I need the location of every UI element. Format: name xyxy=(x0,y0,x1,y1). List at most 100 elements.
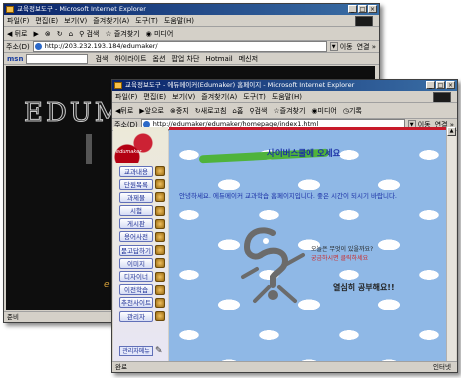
nav-item-label[interactable]: 교과내용 xyxy=(119,165,153,177)
nav-item-label[interactable]: 게시판 xyxy=(119,218,153,230)
media-button[interactable]: ◉ 미디어 xyxy=(146,29,174,39)
close-button[interactable]: × xyxy=(368,5,377,13)
msn-hotmail[interactable]: Hotmail xyxy=(205,55,232,63)
nav-item-label[interactable]: 이미지 xyxy=(119,257,153,269)
nav-item-label[interactable]: 추천사이트 xyxy=(119,297,153,309)
main-banner: 사이버스쿨에 오세요 안녕하세요. 에듀메이커 교과학습 홈페이지입니다. 좋은… xyxy=(169,127,446,361)
menu-view[interactable]: 보기(V) xyxy=(64,16,87,26)
menu-edit[interactable]: 편집(E) xyxy=(35,16,58,26)
speech-bubble: 오늘은 무엇이 있을까요? 궁금하시면 클릭하세요 xyxy=(311,245,373,263)
search-button[interactable]: ⚲ 검색 xyxy=(79,29,99,39)
footer-mark: e xyxy=(104,280,110,290)
decorative-bar xyxy=(86,134,92,164)
msn-popup-block[interactable]: 팝업 차단 xyxy=(171,54,199,64)
back-address-input[interactable]: http://203.232.193.184/edumaker/ xyxy=(32,41,327,52)
zone-indicator: 인터넷 xyxy=(433,363,451,371)
menu-tools[interactable]: 도구(T) xyxy=(135,16,158,26)
ie-icon xyxy=(114,82,122,89)
home-icon[interactable]: ⌂ xyxy=(69,30,73,38)
msn-search-field[interactable] xyxy=(26,53,89,64)
emblem-icon xyxy=(155,205,165,216)
nav-item[interactable]: 시험 xyxy=(119,205,165,217)
left-navigation: edumaker 교과내용 단원목록 과제물 시험 게시판 용어사전 묻고답하기… xyxy=(113,127,168,361)
nav-item[interactable]: 게시판 xyxy=(119,218,165,230)
menu-tools[interactable]: 도구(T) xyxy=(243,92,266,102)
msn-options[interactable]: 옵션 xyxy=(153,54,166,64)
menu-view[interactable]: 보기(V) xyxy=(172,92,195,102)
refresh-button[interactable]: ↻새로고침 xyxy=(195,106,227,116)
front-browser-window[interactable]: 교육정보도구 - 에듀메이커(Edumaker) 홈페이지 - Microsof… xyxy=(111,79,458,373)
nav-item-label[interactable]: 용어사전 xyxy=(119,231,153,243)
ie-throbber-icon xyxy=(433,92,451,102)
scroll-up-icon[interactable]: ▲ xyxy=(447,127,456,136)
minimize-button[interactable]: _ xyxy=(426,81,435,89)
emblem-icon xyxy=(155,192,165,203)
favorites-button[interactable]: ☆즐겨찾기 xyxy=(273,106,305,116)
go-button[interactable]: 이동 xyxy=(340,42,353,52)
nav-item[interactable]: 디자이너 xyxy=(119,271,165,283)
menu-help[interactable]: 도움말(H) xyxy=(272,92,302,102)
maximize-button[interactable]: □ xyxy=(436,81,445,89)
forward-icon[interactable]: ▶ xyxy=(34,30,39,38)
msn-highlight[interactable]: 하이라이트 xyxy=(114,54,146,64)
nav-item-label[interactable]: 디자이너 xyxy=(119,271,153,282)
nav-item-label[interactable]: 관리자 xyxy=(119,310,153,322)
address-dropdown[interactable]: ▼ xyxy=(329,42,338,51)
nav-item-label[interactable]: 과제물 xyxy=(119,191,153,203)
nav-item[interactable]: 관리자 xyxy=(119,310,165,322)
media-button[interactable]: ◉미디어 xyxy=(311,106,336,116)
msn-logo[interactable]: msn xyxy=(7,55,23,63)
menu-help[interactable]: 도움말(H) xyxy=(164,16,194,26)
back-button[interactable]: ◀뒤로 xyxy=(115,106,133,116)
home-button[interactable]: ⌂홈 xyxy=(232,106,243,116)
menu-favorites[interactable]: 즐겨찾기(A) xyxy=(93,16,129,26)
nav-item-label[interactable]: 시험 xyxy=(119,205,153,217)
stop-icon[interactable]: ⊗ xyxy=(45,30,51,38)
menu-file[interactable]: 파일(F) xyxy=(115,92,137,102)
stop-button[interactable]: ⊗중지 xyxy=(170,106,189,116)
menu-edit[interactable]: 편집(E) xyxy=(143,92,166,102)
nav-item-label[interactable]: 묻고답하기 xyxy=(119,244,153,256)
ie-icon xyxy=(6,6,14,13)
close-button[interactable]: × xyxy=(446,81,455,89)
admin-menu[interactable]: 관리자메뉴 ✎ xyxy=(119,346,167,356)
nav-item[interactable]: 용어사전 xyxy=(119,231,165,243)
msn-search[interactable]: 검색 xyxy=(95,54,108,64)
nav-item[interactable]: 이전학습 xyxy=(119,284,165,296)
emblem-icon xyxy=(155,245,165,256)
front-page-content: edumaker 교과내용 단원목록 과제물 시험 게시판 용어사전 묻고답하기… xyxy=(113,127,456,361)
history-button[interactable]: ◷기록 xyxy=(343,106,362,116)
vertical-scrollbar[interactable]: ▲ xyxy=(446,127,456,361)
page-heading: 사이버스쿨에 오세요 xyxy=(267,149,341,159)
back-title-bar[interactable]: 교육정보도구 - Microsoft Internet Explorer _ □… xyxy=(4,4,379,15)
maximize-button[interactable]: □ xyxy=(358,5,367,13)
msn-toolbar: msn 검색 하이라이트 옵션 팝업 차단 Hotmail 메신저 xyxy=(4,53,379,65)
refresh-icon[interactable]: ↻ xyxy=(57,30,63,38)
nav-item[interactable]: 교과내용 xyxy=(119,165,165,177)
back-button[interactable]: ◀ 뒤로 xyxy=(7,29,28,39)
nav-list: 교과내용 단원목록 과제물 시험 게시판 용어사전 묻고답하기 이미지 디자이너… xyxy=(119,165,165,322)
nav-item[interactable]: 과제물 xyxy=(119,191,165,203)
nav-item[interactable]: 묻고답하기 xyxy=(119,244,165,256)
address-label: 주소(D) xyxy=(6,42,30,51)
search-button[interactable]: ⚲검색 xyxy=(249,106,267,116)
front-status-bar: 완료 인터넷 xyxy=(112,361,457,372)
forward-button[interactable]: ▶앞으로 xyxy=(139,106,164,116)
emblem-icon xyxy=(155,231,165,242)
admin-menu-label[interactable]: 관리자메뉴 xyxy=(119,346,153,356)
favorites-button[interactable]: ☆ 즐겨찾기 xyxy=(105,29,139,39)
front-window-title: 교육정보도구 - 에듀메이커(Edumaker) 홈페이지 - Microsof… xyxy=(125,81,355,89)
nav-item-label[interactable]: 이전학습 xyxy=(119,284,153,296)
minimize-button[interactable]: _ xyxy=(348,5,357,13)
links-label[interactable]: 연결 » xyxy=(357,42,376,52)
nav-item[interactable]: 추천사이트 xyxy=(119,297,165,309)
menu-favorites[interactable]: 즐겨찾기(A) xyxy=(201,92,237,102)
emblem-icon xyxy=(155,166,165,176)
menu-file[interactable]: 파일(F) xyxy=(7,16,29,26)
bubble-answer[interactable]: 궁금하시면 클릭하세요 xyxy=(311,254,373,263)
front-title-bar[interactable]: 교육정보도구 - 에듀메이커(Edumaker) 홈페이지 - Microsof… xyxy=(112,80,457,91)
nav-item[interactable]: 단원목록 xyxy=(119,178,165,190)
nav-item[interactable]: 이미지 xyxy=(119,257,165,269)
nav-item-label[interactable]: 단원목록 xyxy=(119,178,153,190)
msn-messenger[interactable]: 메신저 xyxy=(239,54,258,64)
